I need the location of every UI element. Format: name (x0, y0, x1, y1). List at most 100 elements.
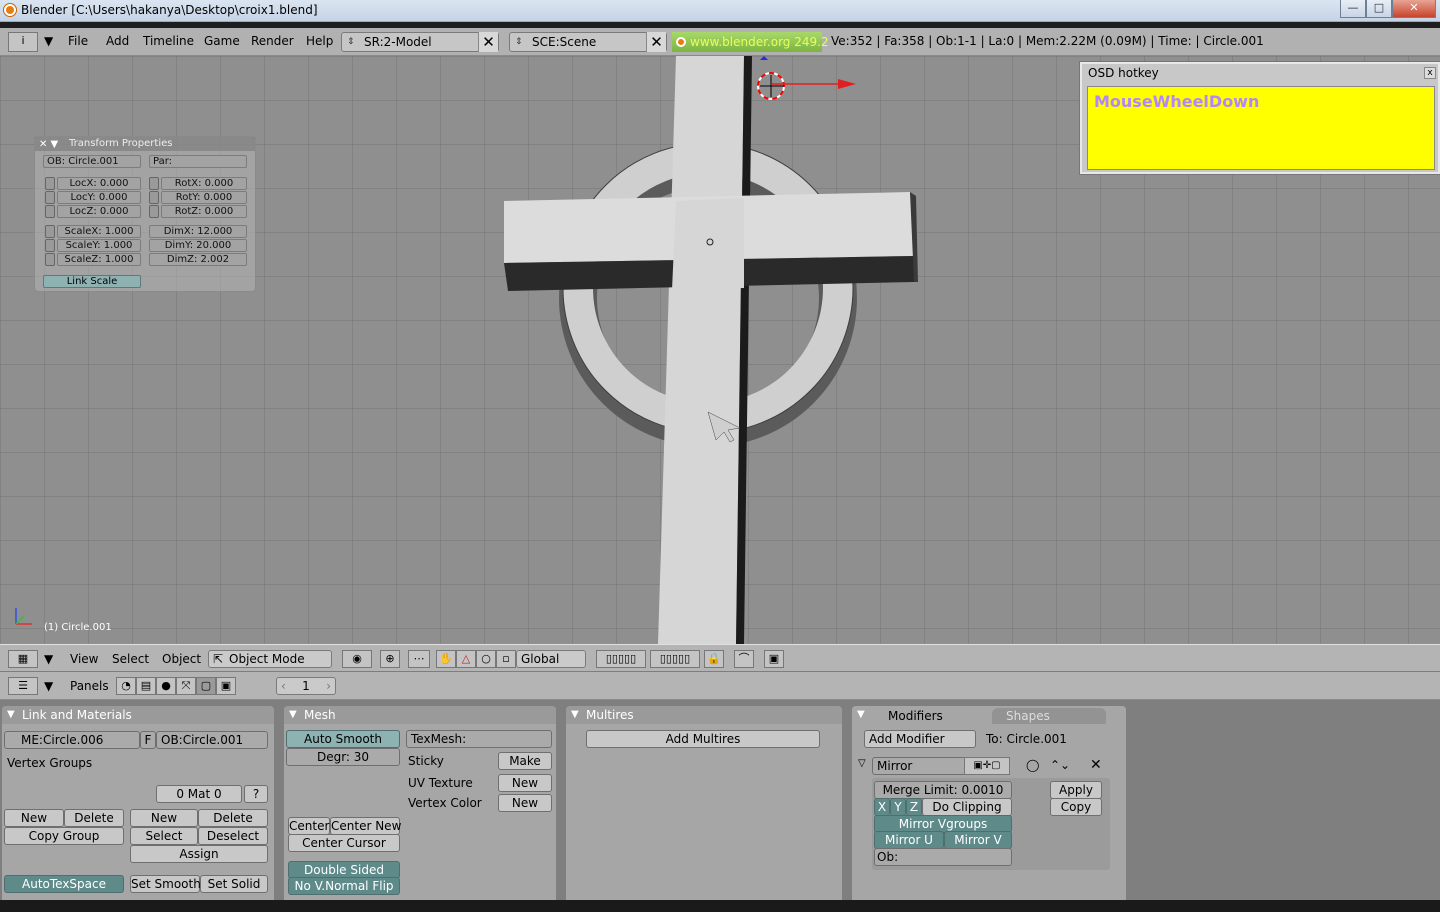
osd-close-button[interactable]: x (1424, 67, 1436, 79)
transform-panel-header[interactable]: ✕ ▼ Transform Properties (35, 137, 255, 151)
mirror-y-toggle[interactable]: Y (890, 798, 906, 816)
copy-modifier-button[interactable]: Copy (1050, 798, 1102, 816)
collapse-triangle-icon[interactable]: ▼ (571, 706, 579, 724)
locy-field[interactable]: LocY: 0.000 (57, 191, 141, 204)
roty-field[interactable]: RotY: 0.000 (161, 191, 247, 204)
3d-viewport[interactable]: ✕ ▼ Transform Properties OB: Circle.001 … (0, 56, 1440, 644)
draw-type-icon[interactable]: ◉ (342, 650, 372, 668)
frame-field[interactable]: ‹ 1 › (276, 677, 336, 695)
lock-icon[interactable] (45, 239, 55, 252)
layer-buttons-2[interactable]: ▯▯▯▯▯ (650, 650, 700, 668)
dimz-field[interactable]: DimZ: 2.002 (149, 253, 247, 266)
rotate-icon[interactable]: ○ (476, 650, 496, 668)
dimx-field[interactable]: DimX: 12.000 (149, 225, 247, 238)
screen-selector[interactable]: ⇕ SR:2-Model ✕ (341, 32, 499, 52)
center-button[interactable]: Center (288, 817, 330, 835)
lock-icon[interactable] (149, 205, 159, 218)
minimize-button[interactable]: — (1340, 0, 1366, 18)
menu-render[interactable]: Render (251, 34, 294, 48)
orientation-selector[interactable]: Global (516, 650, 586, 668)
shading-context-icon[interactable]: ● (156, 677, 176, 695)
translate-icon[interactable]: △ (456, 650, 476, 668)
menu-add[interactable]: Add (106, 34, 129, 48)
scale-icon[interactable]: ▫ (496, 650, 516, 668)
parent-field[interactable]: Par: (149, 155, 247, 168)
material-index-field[interactable]: 0 Mat 0 (156, 785, 242, 803)
collapse-triangle-icon[interactable]: ▼ (7, 706, 15, 724)
mirror-z-toggle[interactable]: Z (906, 798, 922, 816)
mirror-v-toggle[interactable]: Mirror V (944, 831, 1012, 849)
add-modifier-button[interactable]: Add Modifier (864, 730, 976, 748)
set-solid-button[interactable]: Set Solid (200, 875, 268, 893)
mode-selector[interactable]: ⇱ Object Mode (208, 650, 332, 668)
scene-selector[interactable]: ⇕ SCE:Scene ✕ (509, 32, 667, 52)
lock-layers-icon[interactable]: 🔒 (704, 650, 724, 668)
copy-group-button[interactable]: Copy Group (4, 827, 124, 845)
view3d-window-type-icon[interactable]: ▦ (8, 650, 38, 668)
assign-material-button[interactable]: Assign (130, 845, 268, 863)
menu-view[interactable]: View (70, 652, 98, 666)
tab-shapes[interactable]: Shapes (992, 708, 1106, 724)
mesh-header[interactable]: ▼ Mesh (284, 706, 556, 724)
render-view-icon[interactable]: ▣ (764, 650, 784, 668)
lock-icon[interactable] (45, 177, 55, 190)
fake-user-button[interactable]: F (140, 731, 156, 749)
blender-website-link[interactable]: www.blender.org 249.2 (672, 32, 829, 52)
multires-header[interactable]: ▼ Multires (566, 706, 842, 724)
menu-object[interactable]: Object (162, 652, 201, 666)
modifier-display-toggles-icon[interactable]: ▣✛▢ (964, 757, 1010, 775)
maximize-button[interactable]: □ (1366, 0, 1392, 18)
object-context-icon[interactable]: ⤧ (176, 677, 196, 695)
layer-buttons-1[interactable]: ▯▯▯▯▯ (596, 650, 646, 668)
mesh-datablock-field[interactable]: ME:Circle.006 (4, 731, 140, 749)
set-smooth-button[interactable]: Set Smooth (130, 875, 201, 893)
editing-context-icon[interactable]: ▢ (196, 677, 216, 695)
mirror-x-toggle[interactable]: X (874, 798, 890, 816)
lock-icon[interactable] (45, 205, 55, 218)
menu-timeline[interactable]: Timeline (143, 34, 194, 48)
snap-icon[interactable]: ⌒ (734, 650, 754, 668)
delete-vgroup-button[interactable]: Delete (64, 809, 124, 827)
scalex-field[interactable]: ScaleX: 1.000 (57, 225, 141, 238)
hand-manipulator-icon[interactable]: ✋ (436, 650, 456, 668)
lock-icon[interactable] (149, 177, 159, 190)
pivot-icon[interactable]: ⊕ (380, 650, 400, 668)
dimy-field[interactable]: DimY: 20.000 (149, 239, 247, 252)
modifier-circle-icon[interactable]: ◯ (1026, 758, 1039, 772)
new-material-button[interactable]: New (130, 809, 198, 827)
apply-modifier-button[interactable]: Apply (1050, 781, 1102, 799)
menu-file[interactable]: File (68, 34, 88, 48)
delete-scene-icon[interactable]: ✕ (646, 32, 666, 52)
new-vgroup-button[interactable]: New (4, 809, 64, 827)
object-datablock-field[interactable]: OB:Circle.001 (156, 731, 268, 749)
locx-field[interactable]: LocX: 0.000 (57, 177, 141, 190)
auto-smooth-toggle[interactable]: Auto Smooth (286, 730, 400, 748)
locz-field[interactable]: LocZ: 0.000 (57, 205, 141, 218)
center-cursor-button[interactable]: Center Cursor (288, 834, 400, 852)
degr-field[interactable]: Degr: 30 (286, 748, 400, 766)
center-new-button[interactable]: Center New (330, 817, 401, 835)
texmesh-field[interactable]: TexMesh: (406, 730, 552, 748)
buttons-window-type-icon[interactable]: ☰ (8, 677, 38, 695)
link-scale-toggle[interactable]: Link Scale (43, 275, 141, 288)
lock-icon[interactable] (149, 191, 159, 204)
collapse-menu-icon[interactable]: ▼ (44, 34, 53, 48)
sticky-make-button[interactable]: Make (498, 752, 552, 770)
tab-modifiers[interactable]: Modifiers (874, 708, 988, 724)
material-help-button[interactable]: ? (244, 785, 268, 803)
logic-context-icon[interactable]: ◔ (116, 677, 136, 695)
no-vnormal-flip-toggle[interactable]: No V.Normal Flip (288, 877, 400, 895)
script-context-icon[interactable]: ▤ (136, 677, 156, 695)
collapse-triangle-icon[interactable]: ▼ (857, 706, 865, 724)
move-up-down-icon[interactable]: ⌃⌄ (1050, 758, 1070, 772)
delete-modifier-icon[interactable]: ✕ (1090, 757, 1102, 773)
rotz-field[interactable]: RotZ: 0.000 (161, 205, 247, 218)
collapse-menu-icon[interactable]: ▼ (44, 679, 53, 693)
link-materials-header[interactable]: ▼ Link and Materials (2, 706, 274, 724)
modifier-name-field[interactable]: Mirror (872, 757, 966, 775)
mirror-u-toggle[interactable]: Mirror U (874, 831, 944, 849)
add-multires-button[interactable]: Add Multires (586, 730, 820, 748)
menu-game[interactable]: Game (204, 34, 240, 48)
collapse-menu-icon[interactable]: ▼ (44, 652, 53, 666)
do-clipping-toggle[interactable]: Do Clipping (922, 798, 1012, 816)
